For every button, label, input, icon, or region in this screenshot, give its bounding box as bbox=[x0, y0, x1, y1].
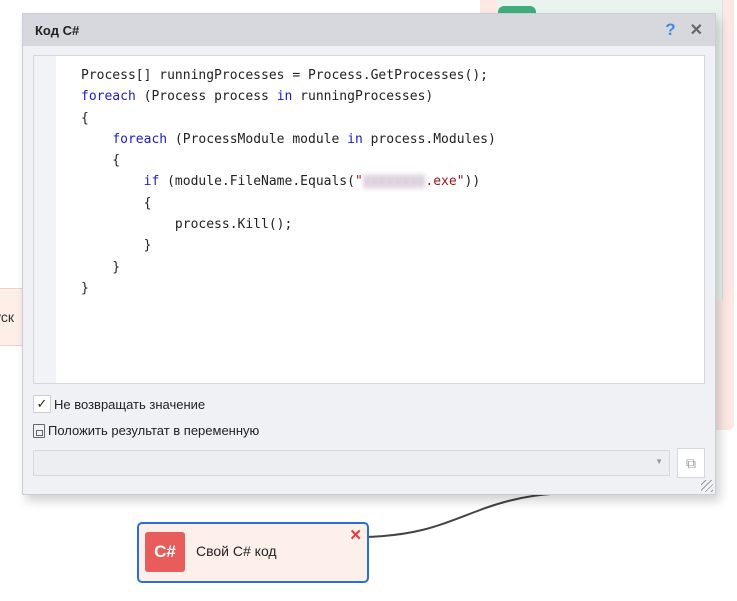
copy-button[interactable]: ⧉ bbox=[677, 448, 705, 478]
code-token: Process[] runningProcesses = Process.Get… bbox=[81, 68, 488, 83]
csharp-node[interactable]: C# Свой C# код ✕ bbox=[137, 522, 369, 583]
checkbox-box[interactable]: ✓ bbox=[33, 395, 51, 413]
code-token: { bbox=[81, 110, 89, 126]
code-token: (module.FileName.Equals( bbox=[159, 174, 355, 190]
code-token: } bbox=[81, 259, 121, 275]
close-icon[interactable]: ✕ bbox=[690, 20, 703, 40]
code-token: (ProcessModule module bbox=[167, 131, 348, 147]
help-icon[interactable]: ? bbox=[665, 20, 675, 40]
resize-grip-icon[interactable] bbox=[701, 480, 713, 492]
code-token: process.Kill(); bbox=[81, 217, 293, 233]
code-line: foreach (Process process in runningProce… bbox=[81, 86, 496, 107]
code-line: } bbox=[81, 235, 496, 256]
code-editor[interactable]: Process[] runningProcesses = Process.Get… bbox=[33, 55, 705, 384]
csharp-icon: C# bbox=[145, 532, 185, 572]
save-result-label: Положить результат в переменную bbox=[48, 423, 260, 438]
code-token: { bbox=[81, 153, 121, 169]
code-line: } bbox=[81, 278, 496, 299]
redacted-text: xxxxxxxx bbox=[362, 174, 426, 190]
code-token: runningProcesses) bbox=[292, 89, 434, 105]
no-return-label: Не возвращать значение bbox=[54, 396, 206, 412]
code-text[interactable]: Process[] runningProcesses = Process.Get… bbox=[81, 65, 496, 299]
code-keyword: in bbox=[347, 131, 363, 147]
code-token: } bbox=[81, 238, 152, 254]
save-result-row: Положить результат в переменную bbox=[33, 423, 259, 438]
variable-select[interactable]: ▼ bbox=[33, 450, 670, 476]
code-string: .exe" bbox=[425, 174, 465, 190]
csharp-code-dialog: Код C# ? ✕ Process[] runningProcesses = … bbox=[22, 13, 716, 495]
dialog-titlebar[interactable]: Код C# ? ✕ bbox=[23, 14, 715, 46]
code-line: if (module.FileName.Equals("xxxxxxxx.exe… bbox=[81, 171, 496, 192]
dialog-title: Код C# bbox=[35, 22, 80, 38]
code-keyword: in bbox=[276, 89, 293, 105]
code-keyword: if bbox=[143, 174, 160, 190]
code-token: process.Modules) bbox=[362, 131, 496, 147]
code-token: } bbox=[81, 280, 89, 296]
code-keyword: foreach bbox=[81, 89, 136, 105]
no-return-checkbox[interactable]: ✓ Не возвращать значение bbox=[33, 395, 205, 413]
copy-icon: ⧉ bbox=[686, 455, 696, 471]
code-line: } bbox=[81, 257, 496, 278]
code-line: process.Kill(); bbox=[81, 214, 496, 235]
code-line: { bbox=[81, 150, 496, 171]
code-token: )) bbox=[464, 174, 481, 190]
code-line: Process[] runningProcesses = Process.Get… bbox=[81, 65, 496, 86]
code-line: { bbox=[81, 108, 496, 129]
code-token: (Process process bbox=[135, 89, 277, 105]
code-line: { bbox=[81, 193, 496, 214]
code-line: foreach (ProcessModule module in process… bbox=[81, 129, 496, 150]
editor-gutter bbox=[34, 56, 56, 383]
node-label: Свой C# код bbox=[196, 543, 277, 559]
delete-icon[interactable]: ✕ bbox=[349, 526, 362, 544]
code-keyword: foreach bbox=[112, 131, 168, 147]
save-icon bbox=[33, 423, 45, 438]
chevron-down-icon[interactable]: ▼ bbox=[655, 457, 663, 466]
code-token: { bbox=[81, 195, 152, 211]
code-string: " bbox=[354, 174, 363, 190]
